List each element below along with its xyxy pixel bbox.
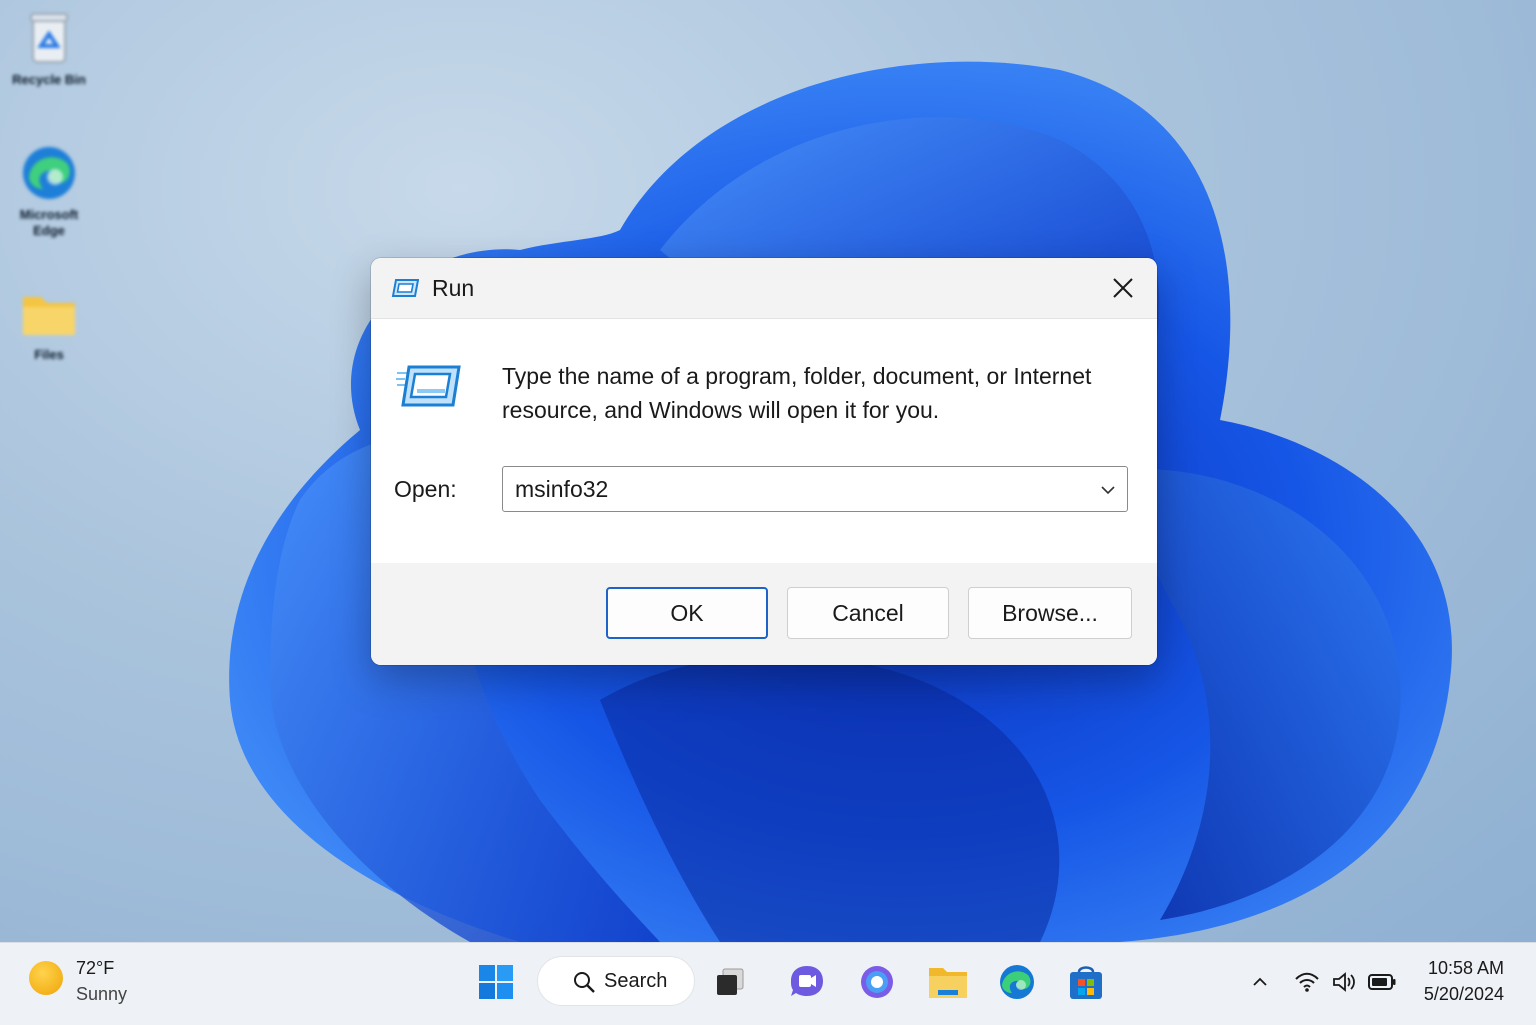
- wifi-icon: [1295, 972, 1319, 992]
- desktop-icon-files[interactable]: Files: [6, 283, 92, 363]
- ok-button[interactable]: OK: [606, 587, 768, 639]
- chat-button[interactable]: [787, 962, 827, 1002]
- taskbar: 72°F Sunny Search 10:58 AM 5/20/2024: [0, 942, 1536, 1025]
- folder-icon: [23, 297, 75, 335]
- file-explorer-button[interactable]: [928, 962, 968, 1002]
- open-input[interactable]: msinfo32: [515, 476, 608, 503]
- run-dialog: Run Type the name of a program, folder, …: [371, 258, 1157, 665]
- sun-icon: [29, 961, 63, 995]
- dialog-footer: OK Cancel Browse...: [371, 563, 1157, 665]
- browse-button[interactable]: Browse...: [968, 587, 1132, 639]
- desktop-icon-label: Recycle Bin: [12, 72, 86, 87]
- open-combobox[interactable]: msinfo32: [502, 466, 1128, 512]
- dialog-titlebar[interactable]: Run: [371, 258, 1157, 319]
- chat-icon: [791, 966, 823, 996]
- desktop-icon-label: Microsoft Edge: [19, 207, 79, 238]
- file-explorer-icon: [929, 968, 967, 998]
- task-view-icon: [717, 968, 744, 995]
- desktop-icon-edge[interactable]: Microsoft Edge: [6, 143, 92, 239]
- show-hidden-icons-button[interactable]: [1246, 969, 1274, 995]
- chevron-down-icon[interactable]: [1099, 481, 1117, 499]
- search-label: Search: [604, 970, 668, 992]
- run-icon: [391, 279, 419, 297]
- weather-condition: Sunny: [76, 984, 128, 1004]
- store-icon: [1070, 966, 1102, 999]
- edge-taskbar-button[interactable]: [997, 962, 1037, 1002]
- copilot-button[interactable]: [857, 962, 897, 1002]
- close-icon: [1113, 278, 1133, 298]
- copilot-icon: [861, 966, 893, 998]
- dialog-description: Type the name of a program, folder, docu…: [502, 363, 1092, 423]
- recycle-bin-icon: [30, 13, 68, 63]
- chevron-up-icon: [1253, 977, 1267, 986]
- desktop-icon-recycle-bin[interactable]: Recycle Bin: [6, 8, 92, 88]
- cancel-button[interactable]: Cancel: [787, 587, 949, 639]
- battery-icon: [1368, 974, 1396, 990]
- weather-temperature: 72°F: [76, 958, 115, 978]
- battery-button[interactable]: [1368, 969, 1396, 995]
- clock-time: 10:58 AM: [1427, 958, 1504, 978]
- desktop-icon-label: Files: [34, 347, 64, 362]
- start-button[interactable]: [476, 962, 516, 1002]
- start-icon: [479, 965, 513, 999]
- volume-icon: [1333, 972, 1355, 992]
- edge-icon: [23, 147, 75, 199]
- close-button[interactable]: [1099, 268, 1147, 308]
- open-label: Open:: [394, 476, 457, 502]
- clock-date: 5/20/2024: [1423, 984, 1504, 1004]
- search-icon: [574, 972, 595, 993]
- edge-icon: [1000, 965, 1034, 999]
- taskbar-search[interactable]: Search: [537, 956, 695, 1006]
- store-button[interactable]: [1066, 962, 1106, 1002]
- task-view-button[interactable]: [710, 962, 750, 1002]
- dialog-body: Type the name of a program, folder, docu…: [371, 319, 1157, 563]
- volume-button[interactable]: [1331, 969, 1359, 995]
- network-button[interactable]: [1293, 969, 1321, 995]
- run-icon: [396, 365, 461, 407]
- dialog-title: Run: [432, 275, 475, 301]
